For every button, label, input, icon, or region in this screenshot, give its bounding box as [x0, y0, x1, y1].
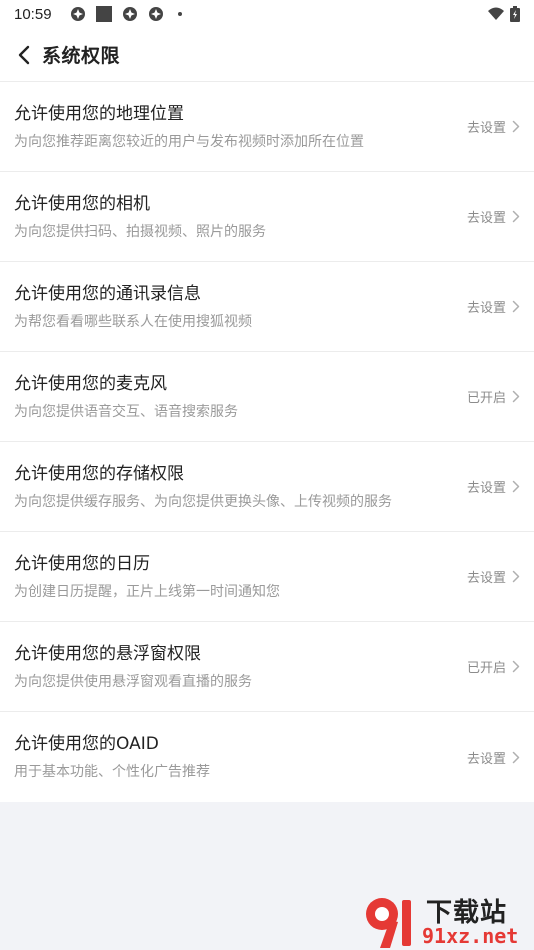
- permission-action-label: 去设置: [466, 751, 506, 767]
- permission-action[interactable]: 已开启: [467, 387, 520, 406]
- chevron-right-icon: [512, 390, 520, 403]
- aperture-icon: [122, 7, 137, 21]
- permission-title: 允许使用您的存储权限: [14, 463, 184, 484]
- permission-action-label: 去设置: [466, 481, 506, 496]
- chevron-right-icon: [512, 660, 520, 673]
- permission-action[interactable]: 已开启: [467, 657, 520, 676]
- title-bar: 系统权限: [0, 28, 534, 82]
- chevron-right-icon: [512, 120, 520, 133]
- permission-desc: 为向您提供语音交互、语音搜索服务: [14, 403, 238, 420]
- permission-row-calendar[interactable]: 允许使用您的日历 为创建日历提醒，正片上线第一时间通知您 去设置: [0, 532, 534, 622]
- status-bar: 10:59: [0, 0, 534, 28]
- chevron-right-icon: [512, 210, 520, 223]
- chevron-right-icon: [512, 300, 520, 313]
- permission-row-microphone[interactable]: 允许使用您的麦克风 为向您提供语音交互、语音搜索服务 已开启: [0, 352, 534, 442]
- aperture-icon: [70, 7, 85, 21]
- watermark-text-bottom: 91xz.net: [422, 924, 519, 948]
- permission-desc: 为向您推荐距离您较近的用户与发布视频时添加所在位置: [14, 133, 364, 150]
- battery-icon: [510, 6, 520, 22]
- permission-title: 允许使用您的麦克风: [14, 373, 167, 394]
- permission-row-camera[interactable]: 允许使用您的相机 为向您提供扫码、拍摄视频、照片的服务 去设置: [0, 172, 534, 262]
- permission-title: 允许使用您的OAID: [14, 734, 159, 754]
- permission-row-floating-window[interactable]: 允许使用您的悬浮窗权限 为向您提供使用悬浮窗观看直播的服务 已开启: [0, 622, 534, 712]
- site-watermark: 下载站 91xz.net: [360, 890, 530, 950]
- permission-action-label: 去设置: [466, 211, 506, 226]
- notification-square-icon: [95, 6, 112, 22]
- permission-row-location[interactable]: 允许使用您的地理位置 为向您推荐距离您较近的用户与发布视频时添加所在位置 去设置: [0, 82, 534, 172]
- permission-action-label: 已开启: [466, 661, 506, 676]
- wifi-icon: [488, 7, 504, 20]
- permission-desc: 用于基本功能、个性化广告推荐: [14, 764, 210, 780]
- aperture-icon: [148, 7, 163, 21]
- permission-action[interactable]: 去设置: [467, 567, 520, 586]
- status-time: 10:59: [14, 5, 52, 23]
- permission-action-label: 去设置: [466, 571, 506, 586]
- permission-action-label: 去设置: [466, 121, 506, 136]
- permission-title: 允许使用您的日历: [14, 553, 150, 574]
- permission-action[interactable]: 去设置: [467, 477, 520, 496]
- permission-title: 允许使用您的地理位置: [14, 103, 184, 124]
- permission-action[interactable]: 去设置: [467, 748, 520, 767]
- top-area: 10:59 系统权限: [0, 0, 534, 82]
- more-notifications-dot-icon: [177, 12, 182, 16]
- permission-title: 允许使用您的相机: [14, 193, 150, 214]
- permission-desc: 为创建日历提醒，正片上线第一时间通知您: [14, 583, 280, 600]
- permission-row-contacts[interactable]: 允许使用您的通讯录信息 为帮您看看哪些联系人在使用搜狐视频 去设置: [0, 262, 534, 352]
- chevron-left-icon: [18, 45, 30, 64]
- permission-action[interactable]: 去设置: [467, 117, 520, 136]
- permission-list: 允许使用您的地理位置 为向您推荐距离您较近的用户与发布视频时添加所在位置 去设置…: [0, 82, 534, 802]
- permission-desc: 为向您提供使用悬浮窗观看直播的服务: [14, 673, 252, 690]
- permission-row-storage[interactable]: 允许使用您的存储权限 为向您提供缓存服务、为向您提供更换头像、上传视频的服务 去…: [0, 442, 534, 532]
- watermark-logo-icon: [366, 898, 411, 948]
- chevron-right-icon: [512, 570, 520, 583]
- permission-title: 允许使用您的通讯录信息: [14, 283, 201, 304]
- permission-desc: 为向您提供缓存服务、为向您提供更换头像、上传视频的服务: [14, 493, 392, 510]
- permission-desc: 为向您提供扫码、拍摄视频、照片的服务: [14, 223, 266, 240]
- page-title: 系统权限: [42, 45, 121, 67]
- permission-action[interactable]: 去设置: [467, 207, 520, 226]
- permission-title: 允许使用您的悬浮窗权限: [14, 643, 201, 664]
- chevron-right-icon: [512, 751, 520, 763]
- chevron-right-icon: [512, 480, 520, 493]
- back-button[interactable]: [12, 43, 36, 67]
- permission-action-label: 已开启: [466, 391, 506, 406]
- permission-desc: 为帮您看看哪些联系人在使用搜狐视频: [14, 313, 252, 330]
- permission-row-oaid[interactable]: 允许使用您的OAID 用于基本功能、个性化广告推荐 去设置: [0, 712, 534, 802]
- permission-action-label: 去设置: [466, 301, 506, 316]
- permission-action[interactable]: 去设置: [467, 297, 520, 316]
